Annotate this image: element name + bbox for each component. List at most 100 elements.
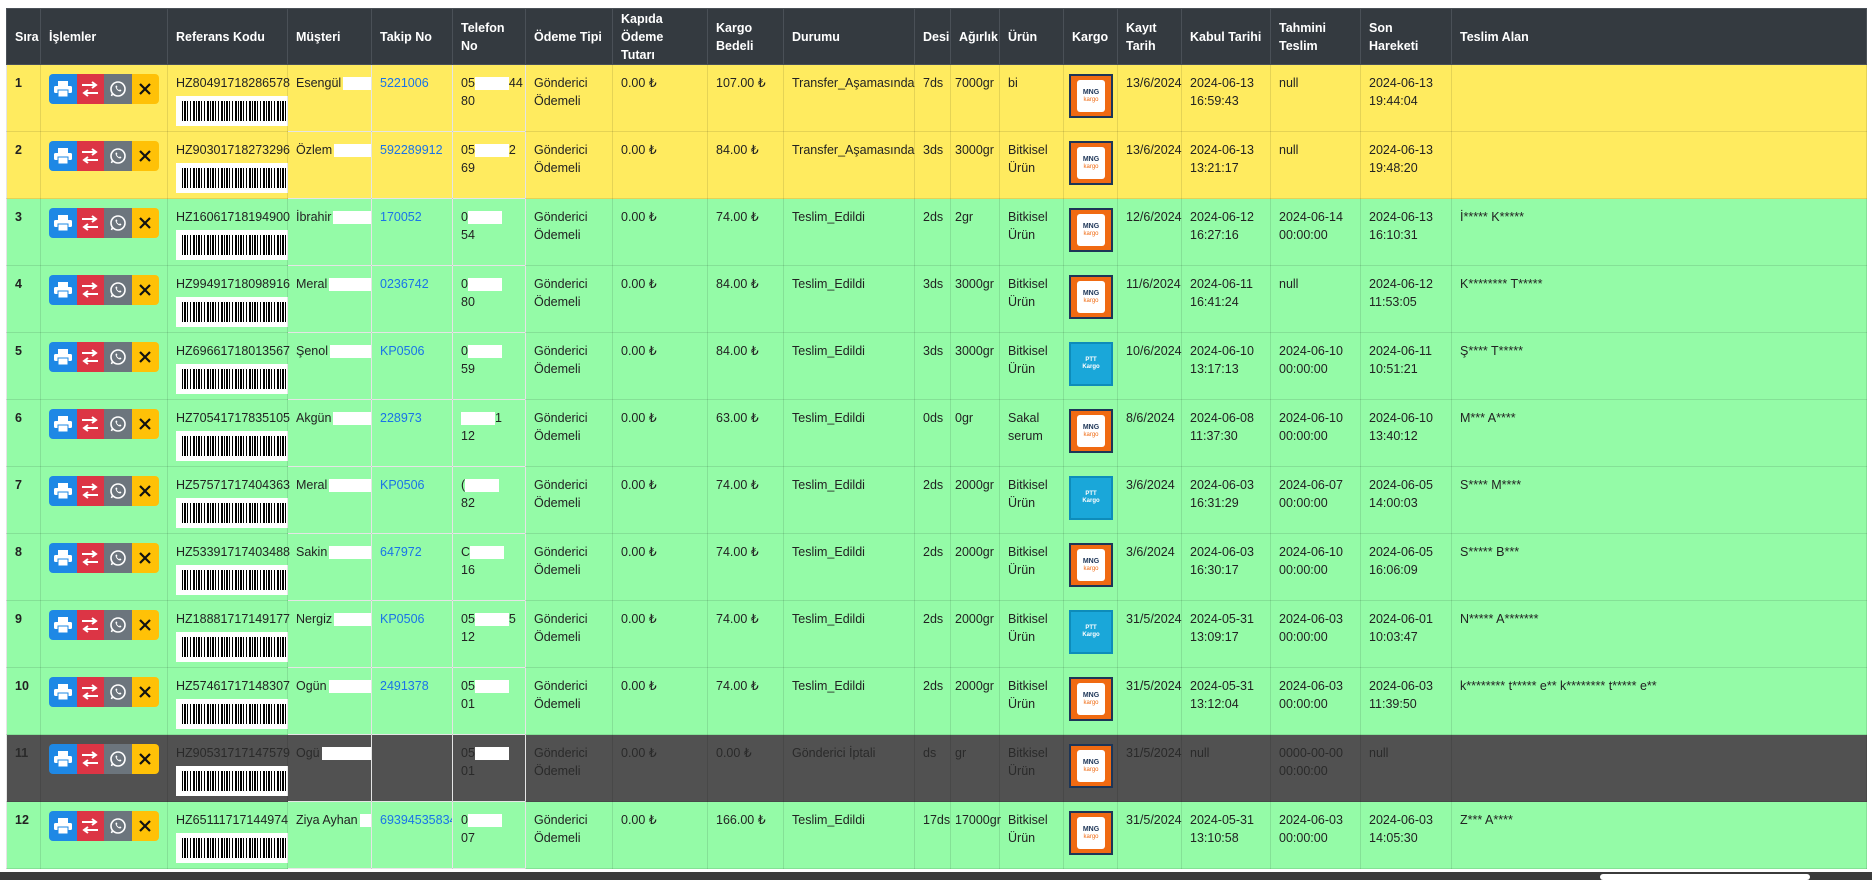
tracking-number-link[interactable]: 228973 [380,411,422,425]
tracking-number-link[interactable]: 647972 [380,545,422,559]
cancel-shipment-button[interactable] [131,141,159,171]
tracking-number-link[interactable]: 2491378 [380,679,429,693]
print-button[interactable] [49,543,77,573]
column-header[interactable]: Tahmini Teslim [1270,8,1361,65]
transfer-button[interactable] [76,677,104,707]
whatsapp-button[interactable] [104,409,132,439]
mng-logo-badge: MNG kargo [1077,683,1105,715]
status-text: Teslim_Edildi [783,399,915,467]
transfer-button[interactable] [76,275,104,305]
column-header[interactable]: Son Hareketi [1360,8,1452,65]
horizontal-scrollbar-track[interactable] [0,872,1872,880]
tracking-number-link[interactable]: 0236742 [380,277,429,291]
transfer-button[interactable] [76,141,104,171]
column-header[interactable]: Kayıt Tarih [1117,8,1182,65]
tracking-cell: 693945358349 [371,801,453,869]
transfer-button[interactable] [76,744,104,774]
transfer-button[interactable] [76,208,104,238]
column-header[interactable]: Referans Kodu [167,8,288,65]
table-row[interactable]: 1 HZ80491718286578 Esengül 5221006 05 44 80 Gön… [6,64,1867,132]
table-row[interactable]: 5 HZ69661718013567 Şenol KP0506 0 59 Gönderici… [6,332,1867,400]
column-header[interactable]: Kargo Bedeli [707,8,784,65]
column-header[interactable]: Ağırlık [950,8,1000,65]
column-header[interactable]: Desi [914,8,951,65]
table-row[interactable]: 6 HZ70541717835105 Akgün 228973 1 12 Gönderici… [6,399,1867,467]
print-button[interactable] [49,275,77,305]
print-button[interactable] [49,811,77,841]
column-header[interactable]: Kargo [1063,8,1118,65]
column-header[interactable]: Sıra [6,8,41,65]
print-button[interactable] [49,208,77,238]
cancel-shipment-button[interactable] [131,543,159,573]
column-header[interactable]: Telefon No [452,8,526,65]
column-header[interactable]: Ürün [999,8,1064,65]
customer-cell: Sakin [287,533,372,601]
whatsapp-button[interactable] [104,275,132,305]
column-header[interactable]: Takip No [371,8,453,65]
transfer-button[interactable] [76,811,104,841]
tracking-number-link[interactable]: KP0506 [380,612,424,626]
table-row[interactable]: 8 HZ53391717403488 Sakin 647972 C 16 Gönderici… [6,533,1867,601]
transfer-button[interactable] [76,74,104,104]
table-row[interactable]: 2 HZ90301718273296 Özlem 592289912 05 2 69 Gönd… [6,131,1867,199]
cancel-shipment-button[interactable] [131,208,159,238]
print-button[interactable] [49,74,77,104]
whatsapp-button[interactable] [104,208,132,238]
whatsapp-button[interactable] [104,543,132,573]
cancel-shipment-button[interactable] [131,677,159,707]
transfer-button[interactable] [76,543,104,573]
table-row[interactable]: 10 HZ57461717148307 Ogün 2491378 05 01 Gönderi… [6,667,1867,735]
table-row[interactable]: 9 HZ18881717149177 Nergiz KP0506 05 5 12 Gönder… [6,600,1867,668]
column-header[interactable]: İşlemler [40,8,168,65]
column-header[interactable]: Kapıda Ödeme Tutarı [612,8,708,65]
whatsapp-button[interactable] [104,476,132,506]
whatsapp-button[interactable] [104,342,132,372]
whatsapp-button[interactable] [104,811,132,841]
print-button[interactable] [49,141,77,171]
whatsapp-button[interactable] [104,677,132,707]
transfer-button[interactable] [76,476,104,506]
transfer-button[interactable] [76,409,104,439]
print-button[interactable] [49,342,77,372]
horizontal-scrollbar-thumb[interactable] [1600,874,1810,880]
whatsapp-button[interactable] [104,74,132,104]
last-movement: 2024-06-13 16:10:31 [1360,198,1452,266]
print-button[interactable] [49,677,77,707]
table-row[interactable]: 12 HZ65111717144974 Ziya Ayhan 693945358349… [6,801,1867,869]
table-row[interactable]: 3 HZ16061718194900 İbrahir 170052 0 54 Gönderi… [6,198,1867,266]
table-row[interactable]: 7 HZ57571717404363 Meral KP0506(82 Gönderici… [6,466,1867,534]
cancel-shipment-button[interactable] [131,342,159,372]
cancel-shipment-button[interactable] [131,811,159,841]
tracking-number-link[interactable]: 693945358349 [380,813,452,827]
column-header[interactable]: Kabul Tarihi [1181,8,1271,65]
column-header[interactable]: Durumu [783,8,915,65]
whatsapp-button[interactable] [104,744,132,774]
column-header[interactable]: Ödeme Tipi [525,8,613,65]
whatsapp-button[interactable] [104,610,132,640]
transfer-button[interactable] [76,342,104,372]
cancel-shipment-button[interactable] [131,74,159,104]
print-button[interactable] [49,476,77,506]
column-header[interactable]: Teslim Alan [1451,8,1867,65]
print-button[interactable] [49,409,77,439]
whatsapp-button[interactable] [104,141,132,171]
cancel-shipment-button[interactable] [131,610,159,640]
table-row[interactable]: 4 HZ99491718098916 Meral 0236742 0 80 Gönderic… [6,265,1867,333]
tracking-number-link[interactable]: KP0506 [380,478,424,492]
cancel-shipment-button[interactable] [131,409,159,439]
received-by: K******** T***** [1451,265,1867,333]
print-button[interactable] [49,744,77,774]
reference-cell: HZ69661718013567 [167,332,298,400]
tracking-number-link[interactable]: KP0506 [380,344,424,358]
cancel-shipment-button[interactable] [131,744,159,774]
column-header[interactable]: Müşteri [287,8,372,65]
tracking-number-link[interactable]: 170052 [380,210,422,224]
transfer-button[interactable] [76,610,104,640]
table-row[interactable]: 11 HZ90531717147579 Ogü 05 01 Gönderici Ödeme… [6,734,1867,802]
cancel-shipment-button[interactable] [131,275,159,305]
cancel-shipment-button[interactable] [131,476,159,506]
tracking-number-link[interactable]: 5221006 [380,76,429,90]
print-button[interactable] [49,610,77,640]
tracking-number-link[interactable]: 592289912 [380,143,443,157]
print-icon [53,617,72,633]
